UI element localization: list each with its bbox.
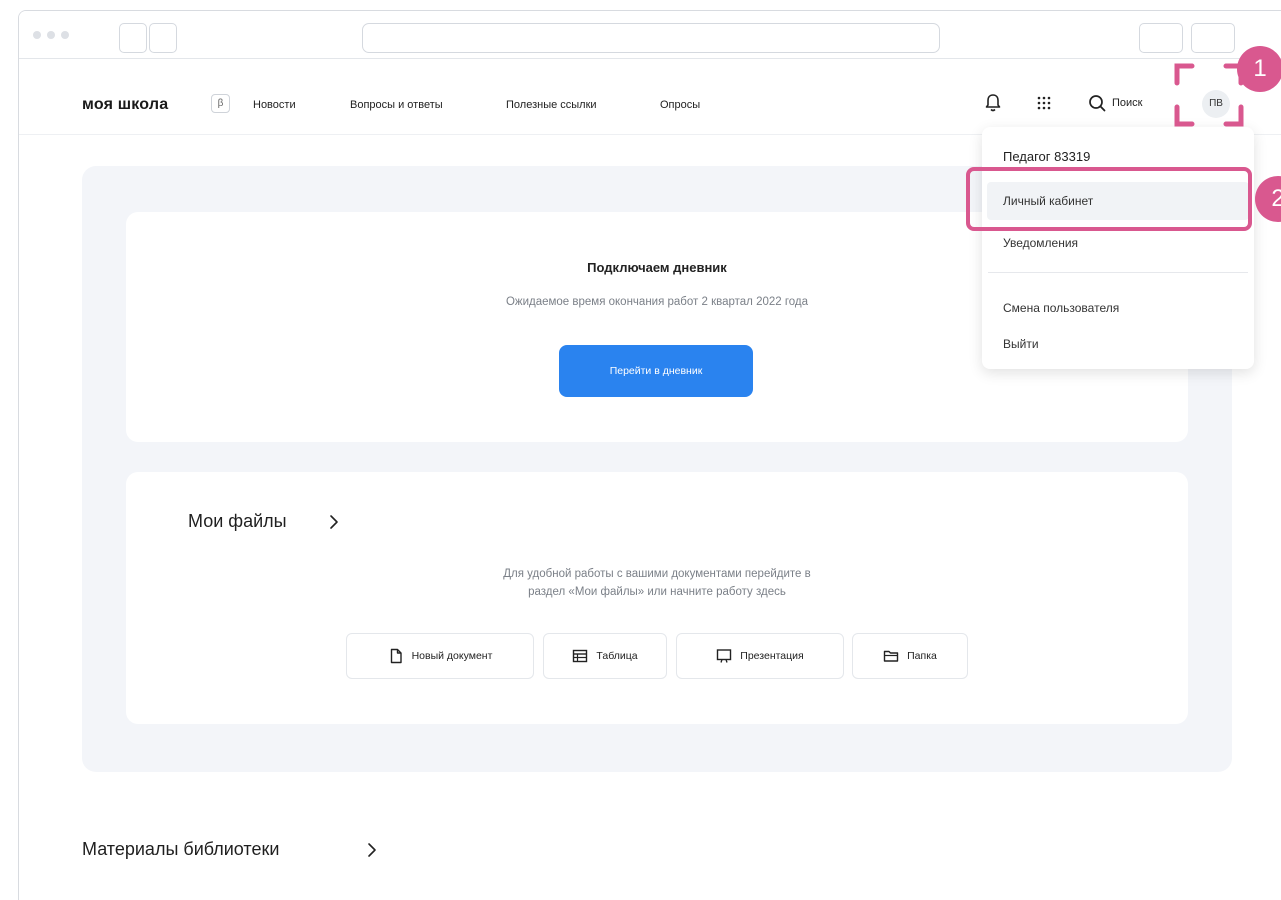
close-dot[interactable] bbox=[33, 31, 41, 39]
presentation-label: Презентация bbox=[740, 650, 804, 662]
site-logo[interactable]: моя школа bbox=[82, 96, 168, 114]
menu-item-switch-user[interactable]: Смена пользователя bbox=[987, 289, 1249, 327]
chevron-right-icon[interactable] bbox=[366, 841, 378, 859]
highlight-bracket bbox=[1174, 63, 1244, 127]
presentation-icon bbox=[717, 649, 732, 663]
go-to-diary-button[interactable]: Перейти в дневник bbox=[559, 345, 753, 397]
table-button[interactable]: Таблица bbox=[543, 633, 667, 679]
presentation-button[interactable]: Презентация bbox=[676, 633, 844, 679]
user-dropdown-menu: Педагог 83319 Личный кабинет Уведомления… bbox=[982, 127, 1254, 369]
address-bar[interactable] bbox=[362, 23, 940, 53]
my-files-title[interactable]: Мои файлы bbox=[188, 511, 287, 532]
my-files-description: Для удобной работы с вашими документами … bbox=[126, 565, 1188, 601]
beta-badge: β bbox=[211, 94, 230, 113]
new-document-button[interactable]: Новый документ bbox=[346, 633, 534, 679]
nav-faq[interactable]: Вопросы и ответы bbox=[350, 99, 443, 111]
my-files-description-line1: Для удобной работы с вашими документами … bbox=[503, 568, 811, 580]
browser-action-button-2[interactable] bbox=[1191, 23, 1235, 53]
menu-user-name: Педагог 83319 bbox=[1003, 149, 1091, 164]
folder-label: Папка bbox=[907, 650, 937, 662]
my-files-card: Мои файлы Для удобной работы с вашими до… bbox=[126, 472, 1188, 724]
nav-useful-links[interactable]: Полезные ссылки bbox=[506, 99, 597, 111]
browser-chrome bbox=[19, 11, 1281, 59]
table-label: Таблица bbox=[596, 650, 638, 662]
my-files-description-line2: раздел «Мои файлы» или начните работу зд… bbox=[528, 586, 786, 598]
menu-divider bbox=[988, 272, 1248, 273]
apps-grid-icon[interactable] bbox=[1034, 92, 1054, 114]
bell-icon[interactable] bbox=[983, 92, 1003, 114]
menu-item-logout[interactable]: Выйти bbox=[987, 325, 1249, 363]
browser-forward-button[interactable] bbox=[149, 23, 177, 53]
chevron-right-icon[interactable] bbox=[328, 513, 340, 531]
browser-back-button[interactable] bbox=[119, 23, 147, 53]
minimize-dot[interactable] bbox=[47, 31, 55, 39]
nav-news[interactable]: Новости bbox=[253, 99, 296, 111]
profile-highlight-frame bbox=[966, 167, 1252, 231]
step-1-badge: 1 bbox=[1237, 46, 1281, 92]
browser-window: моя школа β Новости Вопросы и ответы Пол… bbox=[18, 10, 1281, 900]
table-icon bbox=[573, 649, 588, 663]
browser-action-button[interactable] bbox=[1139, 23, 1183, 53]
new-document-label: Новый документ bbox=[411, 650, 493, 662]
site-header: моя школа β Новости Вопросы и ответы Пол… bbox=[19, 59, 1281, 135]
search-icon[interactable] bbox=[1087, 92, 1107, 114]
window-controls bbox=[33, 31, 69, 39]
document-icon bbox=[390, 648, 402, 664]
folder-icon bbox=[883, 650, 899, 662]
search-button[interactable]: Поиск bbox=[1112, 97, 1142, 109]
library-title[interactable]: Материалы библиотеки bbox=[82, 839, 279, 860]
nav-polls[interactable]: Опросы bbox=[660, 99, 700, 111]
folder-button[interactable]: Папка bbox=[852, 633, 968, 679]
maximize-dot[interactable] bbox=[61, 31, 69, 39]
